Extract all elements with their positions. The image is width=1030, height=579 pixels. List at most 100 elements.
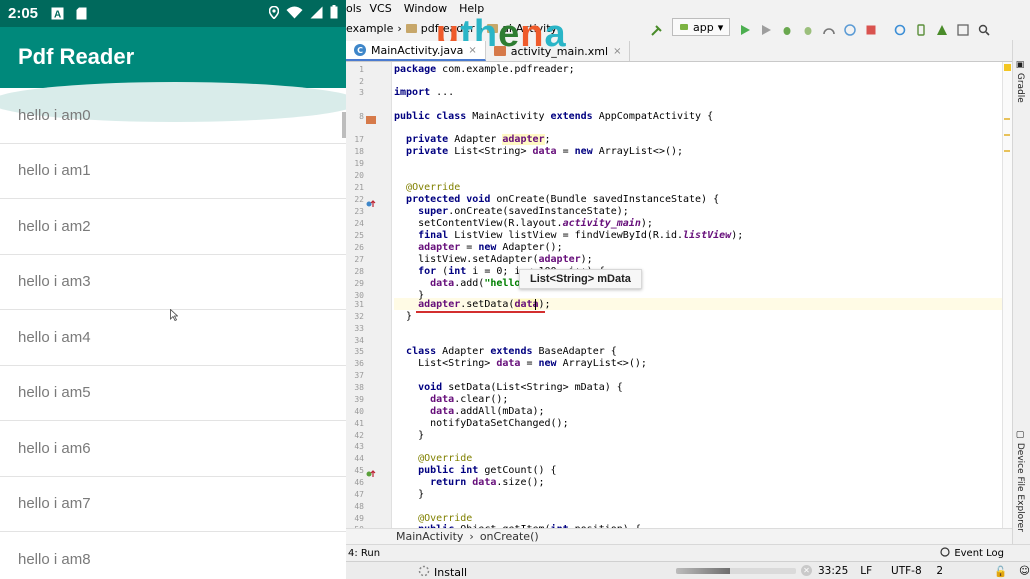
ide-status-bar: Install ✕ 33:25 LF ÷ UTF-8 ÷ 2 spaces ÷ … (346, 561, 1030, 579)
line-number: 19 (354, 159, 364, 168)
bottom-tool-strip: 4: Run Event Log (346, 544, 1030, 561)
device-file-explorer-button[interactable]: ▢ Device File Explorer (1015, 430, 1025, 532)
coverage-icon[interactable] (844, 21, 856, 36)
list-item[interactable]: hello i am8 (0, 532, 346, 579)
close-icon[interactable]: × (468, 45, 476, 56)
error-underline (416, 311, 545, 313)
list-item-text: hello i am4 (18, 328, 91, 346)
close-icon[interactable]: × (613, 46, 621, 57)
battery-icon (330, 5, 338, 23)
attach-debugger-icon[interactable] (802, 21, 814, 35)
crumb-class[interactable]: MainActivity (396, 530, 463, 543)
line-number: 8 (359, 112, 364, 121)
code-line: List<String> data = new ArrayList<>(); (394, 358, 647, 369)
gradle-tool-button[interactable]: ▣ Gradle (1015, 60, 1025, 103)
search-everywhere-icon[interactable] (978, 21, 990, 36)
code-line: protected void onCreate(Bundle savedInst… (406, 194, 720, 205)
list-item[interactable]: hello i am5 (0, 366, 346, 421)
stop-icon[interactable] (865, 21, 877, 35)
run-icon[interactable] (739, 21, 751, 35)
code-line: package com.example.pdfreader; (394, 64, 575, 75)
code-area[interactable]: package com.example.pdfreader; import ..… (394, 62, 1010, 528)
list-item[interactable]: hello i am2 (0, 199, 346, 255)
sync-gradle-icon[interactable] (894, 21, 906, 36)
indent-setting[interactable]: 2 spaces ÷ (936, 565, 982, 579)
analysis-status-icon (1004, 64, 1011, 71)
line-number: 2 (359, 77, 364, 86)
run-tool-button[interactable]: 4: Run (348, 548, 380, 559)
status-time: 2:05 (8, 5, 39, 22)
line-number: 43 (354, 442, 364, 451)
tab-main-activity[interactable]: C MainActivity.java × (346, 41, 486, 61)
location-icon (268, 5, 280, 23)
spinner-icon (418, 565, 430, 579)
line-number: 20 (354, 171, 364, 180)
gradle-label: Gradle (1015, 72, 1025, 103)
inspector-icon[interactable]: ☺ (1019, 565, 1030, 579)
profile-icon[interactable] (823, 21, 836, 35)
debug-icon[interactable] (781, 21, 793, 35)
make-project-icon[interactable] (651, 21, 663, 36)
sd-card-icon (74, 7, 88, 21)
main-toolbar: example › pdfreader › ai Activity uthena… (346, 13, 1030, 55)
wifi-icon (286, 6, 303, 23)
toolbar-actions: app ▾ (651, 18, 990, 36)
tab-activity-main-xml[interactable]: activity_main.xml × (486, 41, 631, 61)
line-separator-label: LF (860, 565, 873, 577)
cancel-task-icon[interactable]: ✕ (801, 565, 812, 576)
list-item[interactable]: hello i am0 (0, 88, 346, 144)
code-line: @Override (406, 182, 461, 193)
line-number: 40 (354, 407, 364, 416)
class-icon: C (354, 44, 366, 56)
menu-tools[interactable]: ols (346, 2, 362, 15)
xml-file-icon (493, 46, 506, 56)
code-editor[interactable]: 1 2 3 8 17 18 19 20 21 22 23 24 25 26 27 28 29 30 31 32 33 34… (346, 62, 1012, 528)
line-number: 27 (354, 255, 364, 264)
avd-manager-icon[interactable] (915, 21, 927, 36)
run-configuration-dropdown[interactable]: app ▾ (672, 18, 731, 36)
line-number: 36 (354, 359, 364, 368)
override-gutter-icon (366, 464, 376, 483)
gradle-icon: ▣ (1015, 60, 1025, 73)
list-item[interactable]: hello i am3 (0, 255, 346, 310)
line-separator[interactable]: LF ÷ (860, 565, 879, 579)
event-log-button[interactable]: Event Log (940, 547, 1004, 560)
status-indicators: 33:25 LF ÷ UTF-8 ÷ 2 spaces ÷ 🔓 ☺ (818, 565, 1030, 579)
code-line: private List<String> data = new ArrayLis… (406, 146, 684, 157)
project-structure-icon[interactable] (957, 21, 969, 36)
list-item[interactable]: hello i am1 (0, 144, 346, 199)
apply-changes-icon[interactable] (760, 21, 772, 35)
line-number: 18 (354, 147, 364, 156)
list-view[interactable]: hello i am0 hello i am1 hello i am2 hell… (0, 88, 346, 579)
code-line: final ListView listView = findViewById(R… (418, 230, 744, 241)
code-line: private Adapter adapter; (406, 134, 551, 145)
lock-icon[interactable]: 🔓 (994, 565, 1007, 579)
line-number: 47 (354, 490, 364, 499)
install-label: Install (434, 566, 468, 579)
crumb-method[interactable]: onCreate() (480, 530, 539, 543)
list-item-text: hello i am7 (18, 495, 91, 513)
install-task[interactable]: Install (418, 565, 467, 579)
list-item[interactable]: hello i am7 (0, 477, 346, 532)
list-item[interactable]: hello i am6 (0, 421, 346, 477)
code-line: public class MainActivity extends AppCom… (394, 111, 714, 122)
app-toolbar: Pdf Reader (0, 27, 346, 88)
line-number: 26 (354, 243, 364, 252)
line-number: 29 (354, 279, 364, 288)
cursor-position[interactable]: 33:25 (818, 565, 848, 579)
file-encoding[interactable]: UTF-8 ÷ (891, 565, 924, 579)
scroll-marker (1004, 150, 1010, 152)
breadcrumb-example[interactable]: example (346, 22, 393, 35)
event-log-label: Event Log (954, 548, 1004, 559)
parameter-info-tooltip: List<String> mData (519, 269, 642, 289)
mouse-pointer-icon (170, 306, 179, 322)
class-gutter-icon (366, 110, 376, 129)
code-line: data.addAll(mData); (430, 406, 545, 417)
menu-vcs[interactable]: VCS (370, 2, 392, 15)
line-number: 25 (354, 231, 364, 240)
sdk-manager-icon[interactable] (936, 21, 948, 35)
editor-scrollbar[interactable] (1002, 62, 1012, 528)
line-number: 42 (354, 431, 364, 440)
file-encoding-label: UTF-8 (891, 565, 922, 577)
line-number: 34 (354, 336, 364, 345)
